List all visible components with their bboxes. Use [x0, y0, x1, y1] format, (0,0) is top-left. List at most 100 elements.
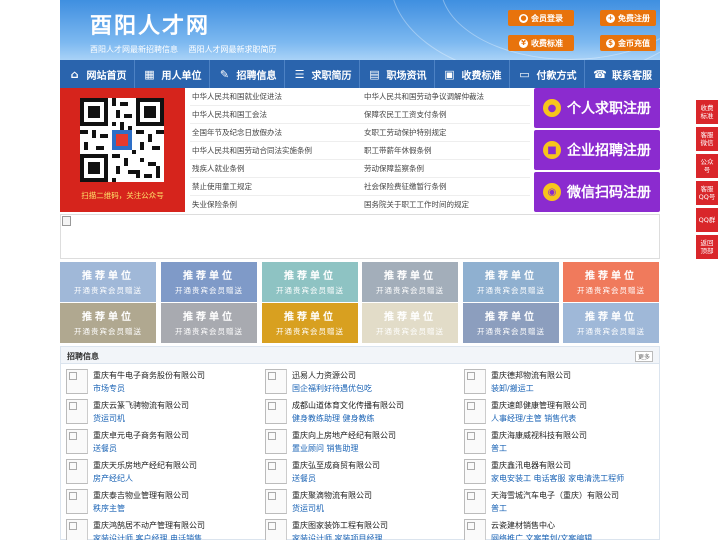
law-link[interactable]: 全国年节及纪念日放假办法	[192, 127, 282, 138]
nav-employers[interactable]: ▦ 用人单位	[135, 60, 209, 88]
slogan-latest-resumes[interactable]: 酉阳人才网最新求职简历	[189, 45, 277, 54]
job-row[interactable]: 重庆弘至成商贸有限公司 送餐员	[260, 459, 460, 487]
job-positions[interactable]: 秩序主管	[93, 503, 125, 514]
recommend-tile[interactable]: 推荐单位 开通贵宾会员赠送	[161, 303, 257, 343]
law-link[interactable]: 中华人民共和国就业促进法	[192, 91, 282, 102]
recommend-tile[interactable]: 推荐单位 开通贵宾会员赠送	[262, 262, 358, 302]
job-positions[interactable]: 网络推广 文案策划/文案编辑	[491, 533, 592, 540]
job-seeker-register-button[interactable]: ● 个人求职注册	[534, 88, 660, 128]
float-service-wechat-button[interactable]: 客服微信	[696, 127, 718, 151]
company-name[interactable]: 重庆卓元电子商务有限公司	[93, 430, 189, 441]
job-row[interactable]: 迅易人力资源公司国企福利好待遇优包吃	[260, 369, 460, 397]
nav-news[interactable]: ▤ 职场资讯	[360, 60, 434, 88]
float-back-to-top-button[interactable]: 返回顶部	[696, 235, 718, 259]
job-positions[interactable]: 家装设计师 客户经理 电话销售	[93, 533, 202, 540]
company-logo[interactable]	[464, 429, 486, 454]
job-row[interactable]: 重庆云篆飞骋物流有限公司 货运司机	[61, 399, 261, 427]
law-link[interactable]: 中华人民共和国劳动合同法实施条例	[192, 145, 312, 156]
company-logo[interactable]	[464, 369, 486, 394]
job-positions[interactable]: 家电安装工 电话客服 家电清洗工程师	[491, 473, 624, 484]
company-logo[interactable]	[464, 519, 486, 540]
law-link[interactable]: 失业保险条例	[192, 199, 237, 210]
company-name[interactable]: 重庆有牛电子商务股份有限公司	[93, 370, 205, 381]
law-link[interactable]: 残疾人就业条例	[192, 163, 245, 174]
job-row[interactable]: 云瓷建材销售中心网络推广 文案策划/文案编辑	[459, 519, 659, 540]
job-positions[interactable]: 普工	[491, 503, 507, 514]
job-positions[interactable]: 货运司机	[292, 503, 324, 514]
job-row[interactable]: 重庆海康威视科技有限公司 普工	[459, 429, 659, 457]
law-link[interactable]: 国务院关于职工工作时间的规定	[364, 199, 469, 210]
company-name[interactable]: 重庆鸿鹄居不动产管理有限公司	[93, 520, 205, 531]
company-logo[interactable]	[66, 459, 88, 484]
company-name[interactable]: 云瓷建材销售中心	[491, 520, 555, 531]
company-name[interactable]: 重庆海康威视科技有限公司	[491, 430, 587, 441]
recommend-tile[interactable]: 推荐单位 开通贵宾会员赠送	[463, 303, 559, 343]
job-row[interactable]: 重庆速郎健康管理有限公司 人事经理/主管 销售代表	[459, 399, 659, 427]
recommend-tile[interactable]: 推荐单位 开通贵宾会员赠送	[563, 262, 659, 302]
company-logo[interactable]	[66, 369, 88, 394]
company-name[interactable]: 重庆速郎健康管理有限公司	[491, 400, 587, 411]
company-name[interactable]: 迅易人力资源公司	[292, 370, 356, 381]
law-link[interactable]: 女职工劳动保护特别规定	[364, 127, 447, 138]
recommend-tile[interactable]: 推荐单位 开通贵宾会员赠送	[563, 303, 659, 343]
law-link[interactable]: 社会保险费征缴暂行条例	[364, 181, 447, 192]
slogan-latest-jobs[interactable]: 酉阳人才网最新招聘信息	[90, 45, 178, 54]
float-service-qq-button[interactable]: 客服QQ号	[696, 181, 718, 205]
job-positions[interactable]: 市场专员	[93, 383, 125, 394]
job-positions[interactable]: 健身教练助理 健身教练	[292, 413, 375, 424]
recommend-tile[interactable]: 推荐单位 开通贵宾会员赠送	[60, 262, 156, 302]
company-name[interactable]: 重庆向上房地产经纪有限公司	[292, 430, 396, 441]
job-row[interactable]: 天海雪城汽车电子（重庆）有限公司 普工	[459, 489, 659, 517]
login-button[interactable]: ● 会员登录	[508, 10, 574, 26]
recharge-button[interactable]: $ 金币充值	[600, 35, 656, 51]
law-link[interactable]: 保障农民工工资支付条例	[364, 109, 447, 120]
nav-resumes[interactable]: ☰ 求职简历	[285, 60, 359, 88]
company-name[interactable]: 重庆聚滴物流有限公司	[292, 490, 372, 501]
job-row[interactable]: 重庆鸿鹄居不动产管理有限公司家装设计师 客户经理 电话销售	[61, 519, 261, 540]
job-row[interactable]: 成都山道体育文化传播有限公司 健身教练助理 健身教练	[260, 399, 460, 427]
job-row[interactable]: 重庆有牛电子商务股份有限公司 市场专员	[61, 369, 261, 397]
recommend-tile[interactable]: 推荐单位 开通贵宾会员赠送	[362, 303, 458, 343]
nav-home[interactable]: ⌂ 网站首页	[60, 60, 134, 88]
job-row[interactable]: 重庆图家装饰工程有限公司 家装设计师 家装项目经理	[260, 519, 460, 540]
company-logo[interactable]	[265, 489, 287, 514]
nav-contact[interactable]: ☎ 联系客服	[585, 60, 660, 88]
company-name[interactable]: 重庆云篆飞骋物流有限公司	[93, 400, 189, 411]
job-positions[interactable]: 装卸/搬运工	[491, 383, 534, 394]
law-link[interactable]: 职工带薪年休假条例	[364, 145, 432, 156]
company-name[interactable]: 重庆德邦物流有限公司	[491, 370, 571, 381]
float-official-account-button[interactable]: 公众号	[696, 154, 718, 178]
employer-register-button[interactable]: ■ 企业招聘注册	[534, 130, 660, 170]
recommend-tile[interactable]: 推荐单位 开通贵宾会员赠送	[262, 303, 358, 343]
law-link[interactable]: 劳动保障监察条例	[364, 163, 424, 174]
job-positions[interactable]: 人事经理/主管 销售代表	[491, 413, 576, 424]
job-row[interactable]: 重庆泰吉物业管理有限公司 秩序主管	[61, 489, 261, 517]
job-positions[interactable]: 家装设计师 家装项目经理	[292, 533, 383, 540]
company-logo[interactable]	[265, 519, 287, 540]
job-positions[interactable]: 置业顾问 销售助理	[292, 443, 359, 454]
company-logo[interactable]	[66, 519, 88, 540]
job-row[interactable]: 重庆聚滴物流有限公司 货运司机	[260, 489, 460, 517]
job-positions[interactable]: 国企福利好待遇优包吃	[292, 383, 372, 394]
company-name[interactable]: 重庆泰吉物业管理有限公司	[93, 490, 189, 501]
law-link[interactable]: 禁止使用童工规定	[192, 181, 252, 192]
nav-payment[interactable]: ▭ 付款方式	[510, 60, 584, 88]
job-positions[interactable]: 房产经纪人	[93, 473, 133, 484]
job-row[interactable]: 重庆鑫汛电器有限公司家电安装工 电话客服 家电清洗工程师	[459, 459, 659, 487]
company-logo[interactable]	[464, 399, 486, 424]
law-link[interactable]: 中华人民共和国工会法	[192, 109, 267, 120]
company-logo[interactable]	[265, 429, 287, 454]
company-name[interactable]: 重庆弘至成商贸有限公司	[292, 460, 380, 471]
company-logo[interactable]	[66, 489, 88, 514]
company-name[interactable]: 重庆鑫汛电器有限公司	[491, 460, 571, 471]
company-logo[interactable]	[265, 459, 287, 484]
site-logo[interactable]: 酉阳人才网	[90, 8, 210, 40]
recommend-tile[interactable]: 推荐单位 开通贵宾会员赠送	[362, 262, 458, 302]
nav-jobs[interactable]: ✎ 招聘信息	[210, 60, 284, 88]
company-logo[interactable]	[464, 459, 486, 484]
nav-pricing[interactable]: ▣ 收费标准	[435, 60, 509, 88]
company-name[interactable]: 成都山道体育文化传播有限公司	[292, 400, 404, 411]
recommend-tile[interactable]: 推荐单位 开通贵宾会员赠送	[60, 303, 156, 343]
float-qq-group-button[interactable]: QQ群	[696, 208, 718, 232]
company-logo[interactable]	[66, 399, 88, 424]
